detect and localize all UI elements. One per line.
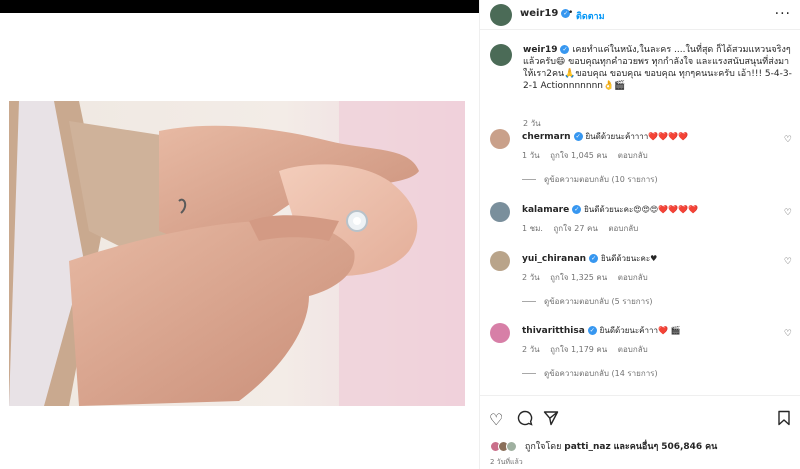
caption-username[interactable]: weir19 [523,45,557,55]
comment-age[interactable]: 2 วัน [522,273,540,282]
comment-icon[interactable] [517,410,533,430]
comment-heart-icon[interactable]: ♡ [784,208,792,218]
liked-by-suffix[interactable]: คน [705,442,717,452]
view-replies-button[interactable]: ดูข้อความตอบกลับ (5 รายการ) [522,295,653,308]
follow-button[interactable]: ติดตาม [576,9,605,23]
caption-text: weir19 ✓ เคยทำแค่ในหนัง,ในละคร ....ในที่ส… [523,44,793,92]
author-avatar[interactable] [490,4,512,26]
verified-icon: ✓ [587,326,597,335]
likes-summary[interactable]: ถูกใจโดย patti_naz และคนอื่นๆ 506,846 คน [490,439,717,453]
commenter-username[interactable]: chermarn [522,132,571,142]
liker-avatar [506,441,517,452]
post-photo[interactable] [9,101,465,406]
reply-button[interactable]: ตอบกลับ [618,273,648,282]
comment-meta: 1 ชม. ถูกใจ 27 คน ตอบกลับ [522,222,646,235]
post-media-area [0,13,479,469]
view-replies-label[interactable]: ดูข้อความตอบกลับ (5 รายการ) [544,297,653,306]
liked-by-prefix: ถูกใจโดย [524,442,562,452]
comment-meta: 2 วัน ถูกใจ 1,179 คน ตอบกลับ [522,343,656,356]
replies-divider [522,373,536,374]
comment-body: ยินดีด้วยนะค้าาาา❤️❤️❤️❤️ [585,132,689,141]
post-actions: ♡ ถูกใจโดย patti_naz และคนอื่นๆ 506,846 … [480,395,800,469]
view-replies-button[interactable]: ดูข้อความตอบกลับ (10 รายการ) [522,173,658,186]
caption-author-avatar[interactable] [490,44,512,66]
verified-icon: ✓ [560,45,570,54]
commenter-avatar[interactable] [490,251,510,271]
likes-text: ถูกใจโดย patti_naz และคนอื่นๆ 506,846 คน [525,442,717,452]
author-username-text[interactable]: weir19 [520,8,558,19]
bookmark-icon-svg [778,410,790,426]
comment-text: yui_chiranan ✓ ยินดีด้วยนะคะ♥ [522,253,782,265]
caption-age: 2 วัน [523,119,541,128]
comment-heart-icon[interactable]: ♡ [784,329,792,339]
liked-by-and[interactable]: และคนอื่นๆ [614,442,659,452]
reply-button[interactable]: ตอบกลับ [608,224,638,233]
comment-age[interactable]: 1 ชม. [522,224,543,233]
comment-text: kalamare ✓ ยินดีด้วยนะคะ😍😍😍❤️❤️❤️❤️ [522,204,782,216]
post-header: weir19 ✓ • ติดตาม ··· [480,0,800,30]
top-bar [0,0,479,13]
bookmark-icon[interactable] [777,410,791,430]
commenter-avatar[interactable] [490,202,510,222]
comment-heart-icon[interactable]: ♡ [784,135,792,145]
view-replies-button[interactable]: ดูข้อความตอบกลับ (14 รายการ) [522,367,658,380]
verified-icon: ✓ [573,132,583,141]
post-side-panel: weir19 ✓ • ติดตาม ··· weir19 ✓ เคยทำแค่ในห… [479,0,800,469]
ring-photo-image [9,101,465,406]
comments-list[interactable]: weir19 ✓ เคยทำแค่ในหนัง,ในละคร ....ในที่ส… [480,31,800,394]
commenter-avatar[interactable] [490,129,510,149]
reply-button[interactable]: ตอบกลับ [618,345,648,354]
liked-by-user[interactable]: patti_naz [564,442,610,452]
commenter-username[interactable]: yui_chiranan [522,254,586,264]
commenter-avatar[interactable] [490,323,510,343]
reply-button[interactable]: ตอบกลับ [618,151,648,160]
comment-likes[interactable]: ถูกใจ 1,045 คน [550,151,607,160]
comment-likes[interactable]: ถูกใจ 1,325 คน [550,273,607,282]
share-icon-svg [543,411,559,426]
view-replies-label[interactable]: ดูข้อความตอบกลับ (10 รายการ) [544,175,658,184]
comment-body: ยินดีด้วยนะคะ😍😍😍❤️❤️❤️❤️ [584,205,699,214]
share-icon[interactable] [543,410,559,430]
view-replies-label[interactable]: ดูข้อความตอบกลับ (14 รายการ) [544,369,658,378]
more-icon[interactable]: ··· [775,6,791,22]
commenter-username[interactable]: thivaritthisa [522,326,585,336]
comment-body: ยินดีด้วยนะค้าาา❤️ 🎬 [599,326,681,335]
comment-age[interactable]: 1 วัน [522,151,540,160]
replies-divider [522,179,536,180]
comment-meta: 2 วัน ถูกใจ 1,325 คน ตอบกลับ [522,271,656,284]
comment-text: chermarn ✓ ยินดีด้วยนะค้าาาา❤️❤️❤️❤️ [522,131,782,143]
separator-dot: • [568,8,574,18]
comment-likes[interactable]: ถูกใจ 27 คน [553,224,597,233]
commenter-username[interactable]: kalamare [522,205,569,215]
comment-icon-svg [517,410,533,426]
author-username[interactable]: weir19 ✓ [520,8,571,19]
verified-icon: ✓ [589,254,599,263]
comment-age[interactable]: 2 วัน [522,345,540,354]
comment-heart-icon[interactable]: ♡ [784,257,792,267]
comment-meta: 1 วัน ถูกใจ 1,045 คน ตอบกลับ [522,149,656,162]
comment-text: thivaritthisa ✓ ยินดีด้วยนะค้าาา❤️ 🎬 [522,325,782,337]
verified-icon: ✓ [572,205,582,214]
replies-divider [522,301,536,302]
comment-likes[interactable]: ถูกใจ 1,179 คน [550,345,607,354]
heart-icon[interactable]: ♡ [489,410,503,429]
post-time: 2 วันที่แล้ว [490,458,523,466]
liked-by-count[interactable]: 506,846 [661,442,702,452]
comment-body: ยินดีด้วยนะคะ♥ [600,254,658,263]
